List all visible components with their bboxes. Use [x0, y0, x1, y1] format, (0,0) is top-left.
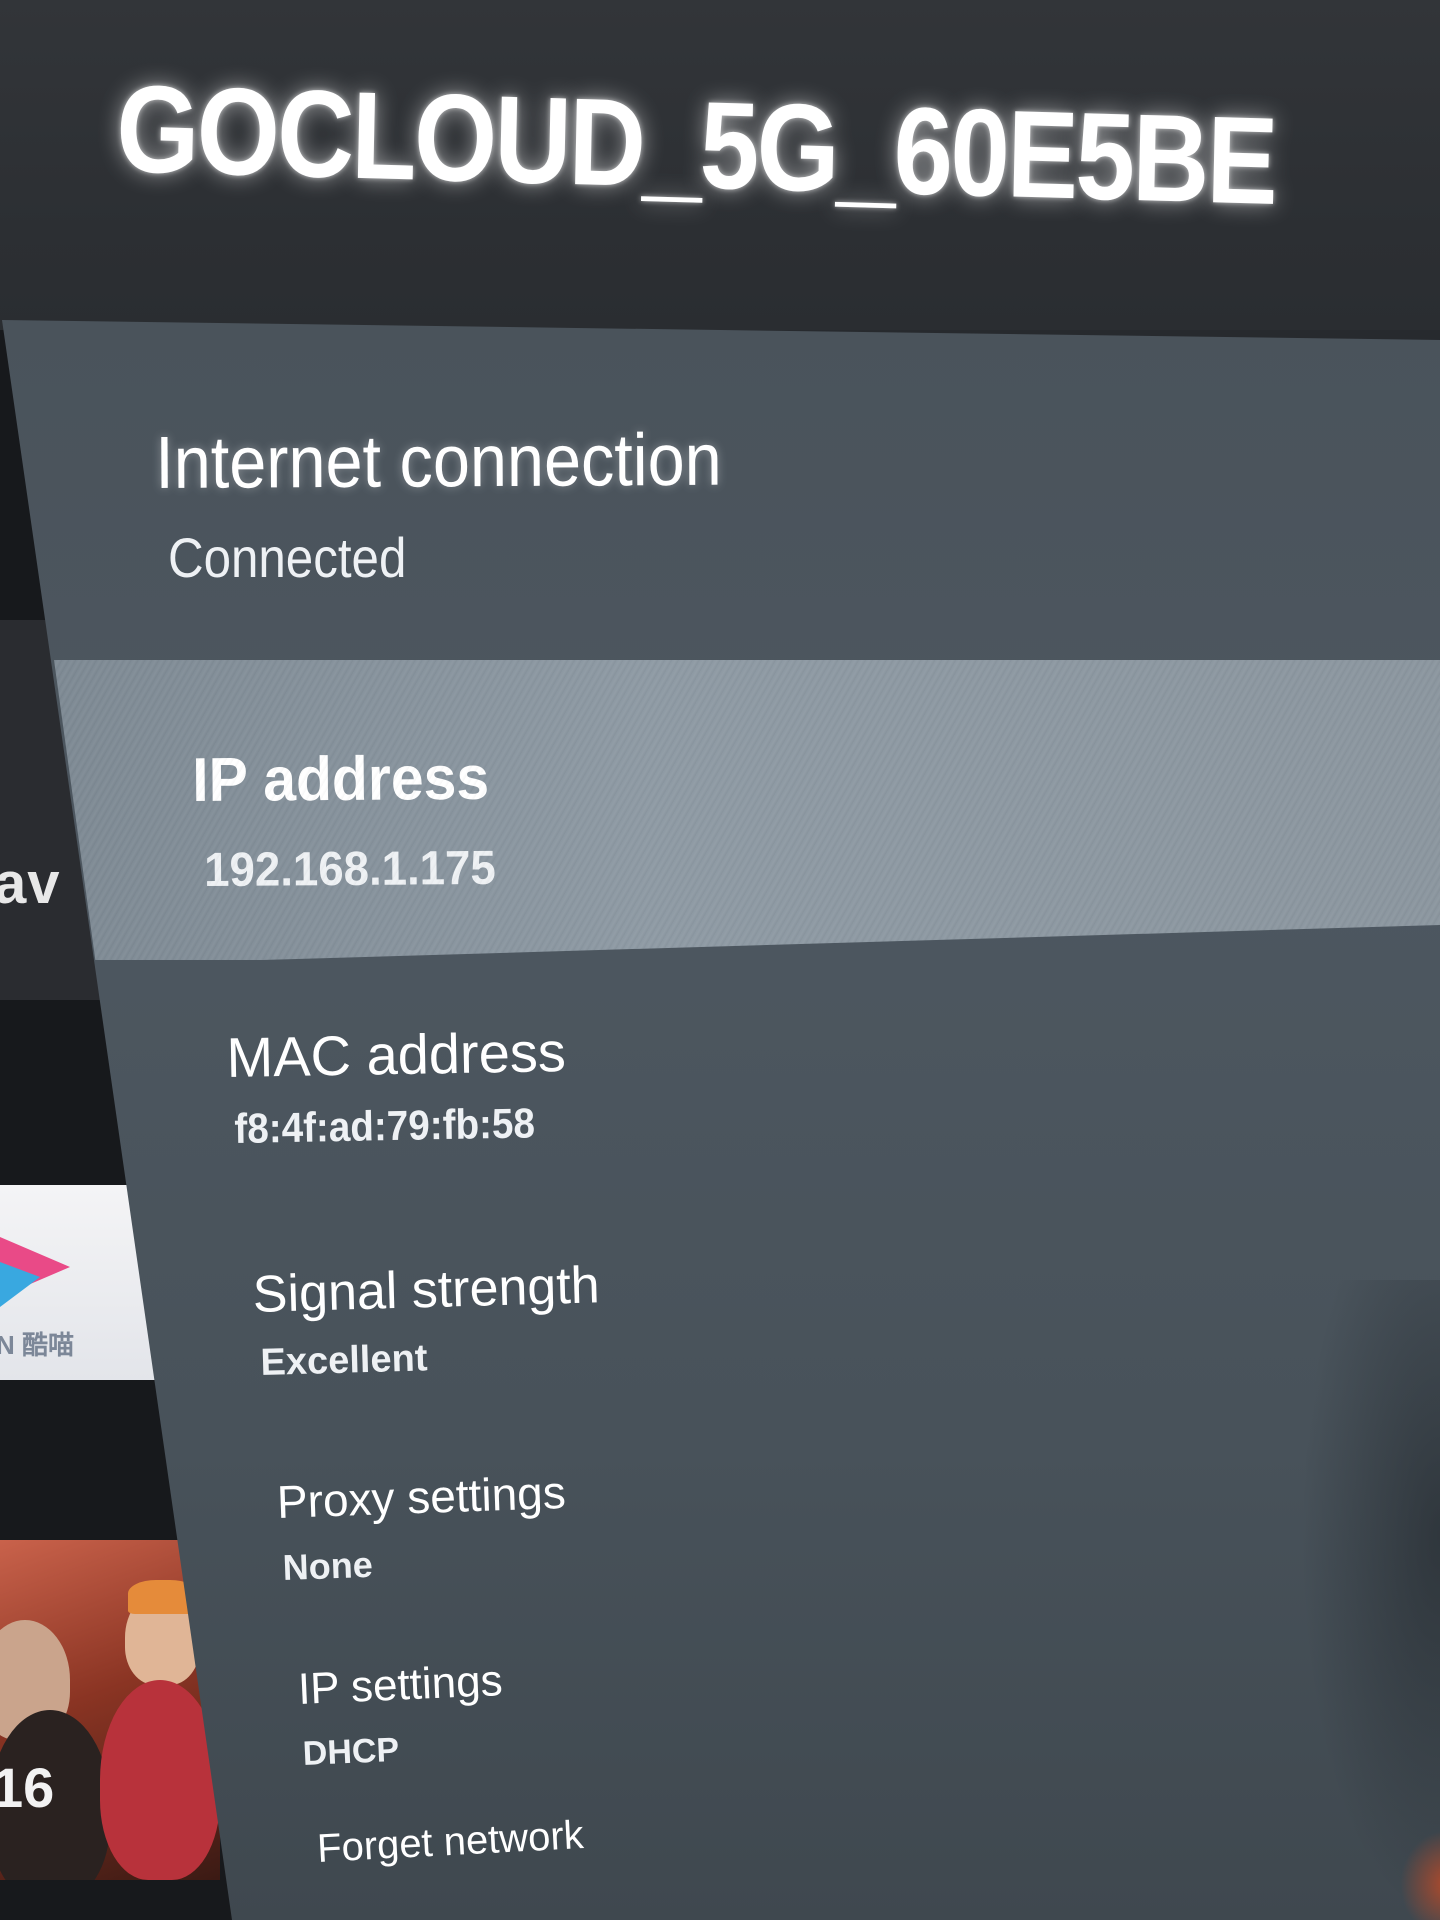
forget-network-label: Forget network [316, 1813, 585, 1871]
mac-address-label: MAC address [226, 1020, 567, 1089]
ip-settings-item[interactable]: IP settings DHCP [0, 1655, 1440, 1805]
ip-address-value: 192.168.1.175 [204, 841, 496, 897]
signal-strength-value: Excellent [260, 1337, 428, 1384]
background-partial-label: av [0, 851, 61, 916]
background-corner-light [1400, 1830, 1440, 1920]
proxy-settings-value: None [282, 1543, 374, 1588]
mac-address-item[interactable]: MAC address f8:4f:ad:79:fb:58 [0, 1010, 1440, 1210]
proxy-settings-item[interactable]: Proxy settings None [0, 1465, 1440, 1630]
signal-strength-label: Signal strength [252, 1256, 601, 1324]
mac-address-value: f8:4f:ad:79:fb:58 [234, 1099, 536, 1152]
network-header: GOCLOUD_5G_60E5BE [0, 0, 1440, 330]
internet-connection-item[interactable]: Internet connection Connected [0, 330, 1440, 660]
internet-connection-status: Connected [168, 526, 407, 589]
ip-address-item[interactable]: IP address 192.168.1.175 [54, 660, 1440, 960]
signal-strength-item[interactable]: Signal strength Excellent [0, 1250, 1440, 1440]
internet-connection-label: Internet connection [155, 417, 722, 504]
ip-address-label: IP address [192, 743, 490, 815]
ip-settings-value: DHCP [302, 1730, 400, 1773]
background-shadow [1300, 1280, 1440, 1920]
tv-screen: av N 酷喵 16 GOCLOUD_5G_60E5BE Internet co… [0, 0, 1440, 1920]
forget-network-button[interactable]: Forget network [0, 1813, 1440, 1920]
ip-settings-label: IP settings [297, 1656, 504, 1714]
proxy-settings-label: Proxy settings [276, 1465, 567, 1528]
network-name-title: GOCLOUD_5G_60E5BE [115, 59, 1277, 231]
